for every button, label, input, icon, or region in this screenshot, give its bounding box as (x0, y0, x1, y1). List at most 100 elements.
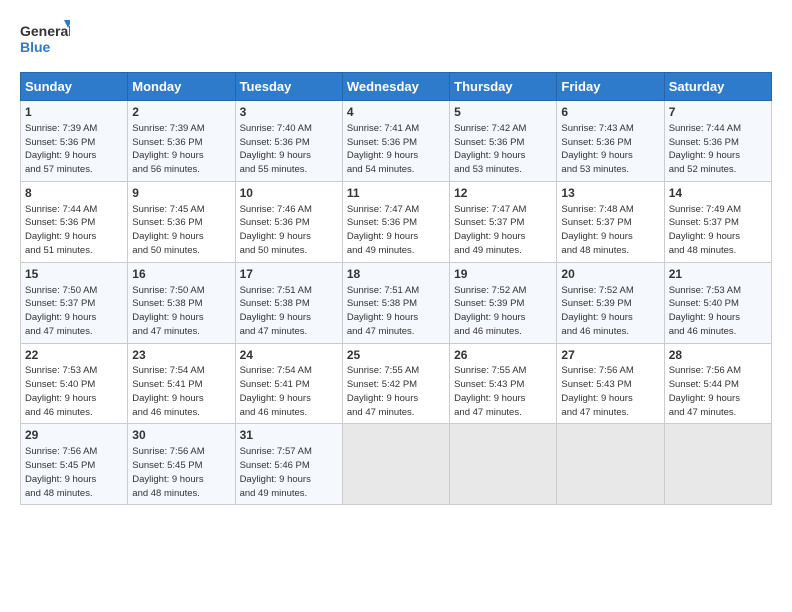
day-number: 26 (454, 347, 552, 364)
day-number: 31 (240, 427, 338, 444)
week-row-5: 29Sunrise: 7:56 AM Sunset: 5:45 PM Dayli… (21, 424, 772, 505)
day-cell: 14Sunrise: 7:49 AM Sunset: 5:37 PM Dayli… (664, 181, 771, 262)
day-info: Sunrise: 7:56 AM Sunset: 5:43 PM Dayligh… (561, 364, 659, 419)
week-row-3: 15Sunrise: 7:50 AM Sunset: 5:37 PM Dayli… (21, 262, 772, 343)
day-info: Sunrise: 7:51 AM Sunset: 5:38 PM Dayligh… (347, 284, 445, 339)
day-number: 21 (669, 266, 767, 283)
day-number: 19 (454, 266, 552, 283)
header-cell-tuesday: Tuesday (235, 73, 342, 101)
day-info: Sunrise: 7:51 AM Sunset: 5:38 PM Dayligh… (240, 284, 338, 339)
day-number: 1 (25, 104, 123, 121)
header-cell-saturday: Saturday (664, 73, 771, 101)
day-cell: 22Sunrise: 7:53 AM Sunset: 5:40 PM Dayli… (21, 343, 128, 424)
day-cell: 13Sunrise: 7:48 AM Sunset: 5:37 PM Dayli… (557, 181, 664, 262)
day-number: 20 (561, 266, 659, 283)
day-number: 10 (240, 185, 338, 202)
day-number: 13 (561, 185, 659, 202)
day-cell: 2Sunrise: 7:39 AM Sunset: 5:36 PM Daylig… (128, 101, 235, 182)
day-cell: 17Sunrise: 7:51 AM Sunset: 5:38 PM Dayli… (235, 262, 342, 343)
week-row-2: 8Sunrise: 7:44 AM Sunset: 5:36 PM Daylig… (21, 181, 772, 262)
day-info: Sunrise: 7:57 AM Sunset: 5:46 PM Dayligh… (240, 445, 338, 500)
day-number: 29 (25, 427, 123, 444)
day-cell: 9Sunrise: 7:45 AM Sunset: 5:36 PM Daylig… (128, 181, 235, 262)
day-info: Sunrise: 7:44 AM Sunset: 5:36 PM Dayligh… (25, 203, 123, 258)
day-cell: 28Sunrise: 7:56 AM Sunset: 5:44 PM Dayli… (664, 343, 771, 424)
day-info: Sunrise: 7:54 AM Sunset: 5:41 PM Dayligh… (132, 364, 230, 419)
day-info: Sunrise: 7:49 AM Sunset: 5:37 PM Dayligh… (669, 203, 767, 258)
day-cell: 29Sunrise: 7:56 AM Sunset: 5:45 PM Dayli… (21, 424, 128, 505)
header-row: SundayMondayTuesdayWednesdayThursdayFrid… (21, 73, 772, 101)
day-info: Sunrise: 7:53 AM Sunset: 5:40 PM Dayligh… (25, 364, 123, 419)
day-number: 8 (25, 185, 123, 202)
day-info: Sunrise: 7:43 AM Sunset: 5:36 PM Dayligh… (561, 122, 659, 177)
day-info: Sunrise: 7:42 AM Sunset: 5:36 PM Dayligh… (454, 122, 552, 177)
day-info: Sunrise: 7:44 AM Sunset: 5:36 PM Dayligh… (669, 122, 767, 177)
calendar-header: SundayMondayTuesdayWednesdayThursdayFrid… (21, 73, 772, 101)
day-info: Sunrise: 7:52 AM Sunset: 5:39 PM Dayligh… (454, 284, 552, 339)
day-cell: 6Sunrise: 7:43 AM Sunset: 5:36 PM Daylig… (557, 101, 664, 182)
header-cell-monday: Monday (128, 73, 235, 101)
day-cell: 21Sunrise: 7:53 AM Sunset: 5:40 PM Dayli… (664, 262, 771, 343)
day-info: Sunrise: 7:55 AM Sunset: 5:43 PM Dayligh… (454, 364, 552, 419)
header: General Blue (20, 18, 772, 60)
day-cell: 8Sunrise: 7:44 AM Sunset: 5:36 PM Daylig… (21, 181, 128, 262)
header-cell-thursday: Thursday (450, 73, 557, 101)
day-info: Sunrise: 7:56 AM Sunset: 5:45 PM Dayligh… (132, 445, 230, 500)
day-cell: 30Sunrise: 7:56 AM Sunset: 5:45 PM Dayli… (128, 424, 235, 505)
day-number: 6 (561, 104, 659, 121)
day-info: Sunrise: 7:39 AM Sunset: 5:36 PM Dayligh… (132, 122, 230, 177)
week-row-1: 1Sunrise: 7:39 AM Sunset: 5:36 PM Daylig… (21, 101, 772, 182)
day-cell: 16Sunrise: 7:50 AM Sunset: 5:38 PM Dayli… (128, 262, 235, 343)
day-info: Sunrise: 7:45 AM Sunset: 5:36 PM Dayligh… (132, 203, 230, 258)
logo-svg: General Blue (20, 18, 70, 60)
day-number: 3 (240, 104, 338, 121)
header-cell-sunday: Sunday (21, 73, 128, 101)
day-number: 18 (347, 266, 445, 283)
day-info: Sunrise: 7:54 AM Sunset: 5:41 PM Dayligh… (240, 364, 338, 419)
day-info: Sunrise: 7:56 AM Sunset: 5:44 PM Dayligh… (669, 364, 767, 419)
day-cell: 12Sunrise: 7:47 AM Sunset: 5:37 PM Dayli… (450, 181, 557, 262)
day-cell (664, 424, 771, 505)
day-number: 23 (132, 347, 230, 364)
day-cell: 3Sunrise: 7:40 AM Sunset: 5:36 PM Daylig… (235, 101, 342, 182)
calendar-body: 1Sunrise: 7:39 AM Sunset: 5:36 PM Daylig… (21, 101, 772, 505)
day-cell: 11Sunrise: 7:47 AM Sunset: 5:36 PM Dayli… (342, 181, 449, 262)
day-number: 12 (454, 185, 552, 202)
day-number: 27 (561, 347, 659, 364)
day-info: Sunrise: 7:52 AM Sunset: 5:39 PM Dayligh… (561, 284, 659, 339)
day-info: Sunrise: 7:50 AM Sunset: 5:37 PM Dayligh… (25, 284, 123, 339)
day-number: 4 (347, 104, 445, 121)
day-number: 30 (132, 427, 230, 444)
day-number: 7 (669, 104, 767, 121)
week-row-4: 22Sunrise: 7:53 AM Sunset: 5:40 PM Dayli… (21, 343, 772, 424)
day-info: Sunrise: 7:46 AM Sunset: 5:36 PM Dayligh… (240, 203, 338, 258)
day-cell: 26Sunrise: 7:55 AM Sunset: 5:43 PM Dayli… (450, 343, 557, 424)
day-cell: 10Sunrise: 7:46 AM Sunset: 5:36 PM Dayli… (235, 181, 342, 262)
day-cell: 20Sunrise: 7:52 AM Sunset: 5:39 PM Dayli… (557, 262, 664, 343)
day-info: Sunrise: 7:47 AM Sunset: 5:37 PM Dayligh… (454, 203, 552, 258)
logo: General Blue (20, 18, 70, 60)
day-number: 22 (25, 347, 123, 364)
day-cell: 1Sunrise: 7:39 AM Sunset: 5:36 PM Daylig… (21, 101, 128, 182)
day-info: Sunrise: 7:56 AM Sunset: 5:45 PM Dayligh… (25, 445, 123, 500)
day-info: Sunrise: 7:39 AM Sunset: 5:36 PM Dayligh… (25, 122, 123, 177)
day-cell: 25Sunrise: 7:55 AM Sunset: 5:42 PM Dayli… (342, 343, 449, 424)
day-cell: 31Sunrise: 7:57 AM Sunset: 5:46 PM Dayli… (235, 424, 342, 505)
day-cell: 24Sunrise: 7:54 AM Sunset: 5:41 PM Dayli… (235, 343, 342, 424)
day-cell (342, 424, 449, 505)
day-cell: 15Sunrise: 7:50 AM Sunset: 5:37 PM Dayli… (21, 262, 128, 343)
day-info: Sunrise: 7:55 AM Sunset: 5:42 PM Dayligh… (347, 364, 445, 419)
page-container: General Blue SundayMondayTuesdayWednesda… (0, 0, 792, 515)
day-cell: 23Sunrise: 7:54 AM Sunset: 5:41 PM Dayli… (128, 343, 235, 424)
header-cell-wednesday: Wednesday (342, 73, 449, 101)
day-cell: 27Sunrise: 7:56 AM Sunset: 5:43 PM Dayli… (557, 343, 664, 424)
calendar-table: SundayMondayTuesdayWednesdayThursdayFrid… (20, 72, 772, 505)
day-cell: 18Sunrise: 7:51 AM Sunset: 5:38 PM Dayli… (342, 262, 449, 343)
day-cell (557, 424, 664, 505)
day-number: 28 (669, 347, 767, 364)
svg-text:Blue: Blue (20, 39, 51, 55)
header-cell-friday: Friday (557, 73, 664, 101)
day-cell: 19Sunrise: 7:52 AM Sunset: 5:39 PM Dayli… (450, 262, 557, 343)
day-info: Sunrise: 7:47 AM Sunset: 5:36 PM Dayligh… (347, 203, 445, 258)
day-number: 11 (347, 185, 445, 202)
